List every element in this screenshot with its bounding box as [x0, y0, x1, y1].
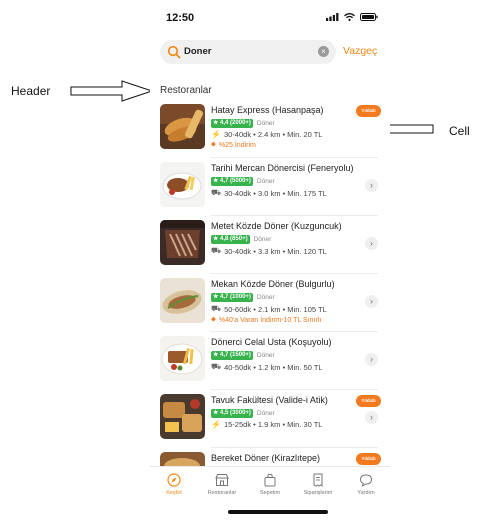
search-icon	[167, 45, 181, 59]
search-query-text: Doner	[184, 46, 212, 57]
chevron-right-icon[interactable]: ›	[365, 179, 378, 192]
delivery-details: 15-25dk • 1.9 km • Min. 30 TL	[223, 420, 323, 429]
restaurant-name: Mekan Közde Döner (Bulgurlu)	[211, 279, 335, 289]
restaurant-thumbnail	[160, 162, 205, 207]
delivery-details: 30-40dk • 2.4 km • Min. 20 TL	[223, 130, 323, 139]
restaurant-thumbnail	[160, 336, 205, 381]
cuisine-label: Döner	[256, 178, 275, 185]
cancel-search-button[interactable]: Vazgeç	[343, 45, 377, 57]
compass-icon	[167, 473, 181, 487]
moto-courier-icon: ⚡	[211, 420, 221, 429]
chevron-right-icon[interactable]: ›	[365, 237, 378, 250]
restaurant-cell[interactable]: Dönerci Celal Usta (Koşuyolu) ★ 4,7 (150…	[158, 332, 390, 390]
tab-label: Sepetim	[259, 490, 281, 496]
chevron-right-icon[interactable]: ›	[365, 295, 378, 308]
rating-badge: ★ 4,5 (3000+)	[211, 409, 253, 418]
restaurant-name: Dönerci Celal Usta (Koşuyolu)	[211, 337, 332, 347]
delivery-details: 30-40dk • 3.0 km • Min. 175 TL	[224, 188, 327, 198]
rating-badge: ★ 4,7 (5000+)	[211, 177, 253, 186]
tab-restoranlar[interactable]: Restoranlar	[198, 473, 246, 496]
rating-badge: ★ 4,4 (2000+)	[211, 119, 253, 128]
delivery-details: 40-50dk • 1.2 km • Min. 50 TL	[224, 362, 323, 372]
promo-text: %40'a Varan İndirim-10 TL Sınırlı	[218, 316, 322, 324]
rating-badge: ★ 4,8 (850+)	[211, 235, 250, 244]
discount-tag-icon: ⬥	[211, 316, 216, 323]
featured-badge: Yıldızlı	[356, 395, 381, 407]
cuisine-label: Döner	[256, 352, 275, 359]
receipt-icon	[313, 473, 323, 487]
status-bar: 12:50	[150, 0, 390, 36]
signal-icon	[326, 13, 339, 21]
promo-text: %25 İndirim	[218, 141, 256, 149]
tab-kesfet[interactable]: Keşfet	[150, 473, 198, 496]
restaurant-name: Metet Közde Döner (Kuzguncuk)	[211, 221, 342, 231]
restaurant-thumbnail	[160, 278, 205, 323]
phone-screen: 12:50 Doner × Vazgeç Restoranlar Hatay E…	[150, 0, 390, 521]
restaurant-thumbnail	[160, 220, 205, 265]
cuisine-label: Döner	[256, 120, 275, 127]
chat-icon	[359, 474, 373, 487]
featured-badge: Yıldızlı	[356, 105, 381, 117]
bag-icon	[264, 473, 276, 487]
tab-label: Siparişlerim	[303, 490, 333, 496]
tab-yardim[interactable]: Yardım	[342, 473, 390, 496]
restaurant-cell[interactable]: Tarihi Mercan Dönercisi (Feneryolu) ★ 4,…	[158, 158, 390, 216]
chevron-right-icon[interactable]: ›	[365, 411, 378, 424]
featured-badge: Yıldızlı	[356, 453, 381, 465]
restaurant-name: Tarihi Mercan Dönercisi (Feneryolu)	[211, 163, 354, 173]
battery-icon	[360, 13, 378, 21]
tab-label: Restoranlar	[207, 490, 237, 496]
restaurant-cell[interactable]: Bereket Döner (Kirazlıtepe) Yıldızlı	[158, 448, 390, 468]
search-input[interactable]: Doner ×	[160, 40, 336, 64]
restaurant-list: Hatay Express (Hasanpaşa) ★ 4,4 (2000+) …	[158, 100, 390, 468]
rating-badge: ★ 4,7 (1000+)	[211, 293, 253, 302]
tab-label: Keşfet	[166, 490, 182, 496]
tab-sepetim[interactable]: Sepetim	[246, 473, 294, 496]
restaurant-cell[interactable]: Hatay Express (Hasanpaşa) ★ 4,4 (2000+) …	[158, 100, 390, 158]
rating-badge: ★ 4,7 (1500+)	[211, 351, 253, 360]
restaurant-thumbnail	[160, 394, 205, 439]
delivery-details: 30-40dk • 3.3 km • Min. 120 TL	[224, 246, 327, 256]
courier-icon: ⛟	[211, 304, 222, 313]
restaurant-icon	[215, 474, 229, 486]
restaurant-cell[interactable]: Tavuk Fakültesi (Valide-i Atik) ★ 4,5 (3…	[158, 390, 390, 448]
wifi-icon	[344, 13, 355, 21]
moto-courier-icon: ⚡	[211, 130, 221, 139]
restaurant-cell[interactable]: Metet Közde Döner (Kuzguncuk) ★ 4,8 (850…	[158, 216, 390, 274]
tab-siparislerim[interactable]: Siparişlerim	[294, 473, 342, 496]
chevron-right-icon[interactable]: ›	[365, 353, 378, 366]
restaurant-cell[interactable]: Mekan Közde Döner (Bulgurlu) ★ 4,7 (1000…	[158, 274, 390, 332]
courier-icon: ⛟	[211, 188, 222, 197]
delivery-details: 50-60dk • 2.1 km • Min. 105 TL	[224, 304, 327, 314]
discount-tag-icon: ⬥	[211, 141, 216, 148]
tab-label: Yardım	[357, 490, 375, 496]
courier-icon: ⛟	[211, 246, 222, 255]
cuisine-label: Döner	[256, 294, 275, 301]
section-header: Restoranlar	[160, 85, 212, 96]
search-row: Doner × Vazgeç	[160, 40, 390, 64]
cuisine-label: Döner	[256, 410, 275, 417]
restaurant-thumbnail	[160, 104, 205, 149]
clear-search-icon[interactable]: ×	[318, 46, 329, 57]
courier-icon: ⛟	[211, 362, 222, 371]
status-time: 12:50	[166, 12, 195, 24]
header-annotation-arrow	[70, 80, 154, 102]
status-icons	[326, 13, 378, 21]
header-annotation-label: Header	[11, 84, 51, 98]
home-indicator	[228, 510, 328, 514]
cell-annotation-label: Cell	[449, 124, 470, 138]
cuisine-label: Döner	[253, 236, 272, 243]
